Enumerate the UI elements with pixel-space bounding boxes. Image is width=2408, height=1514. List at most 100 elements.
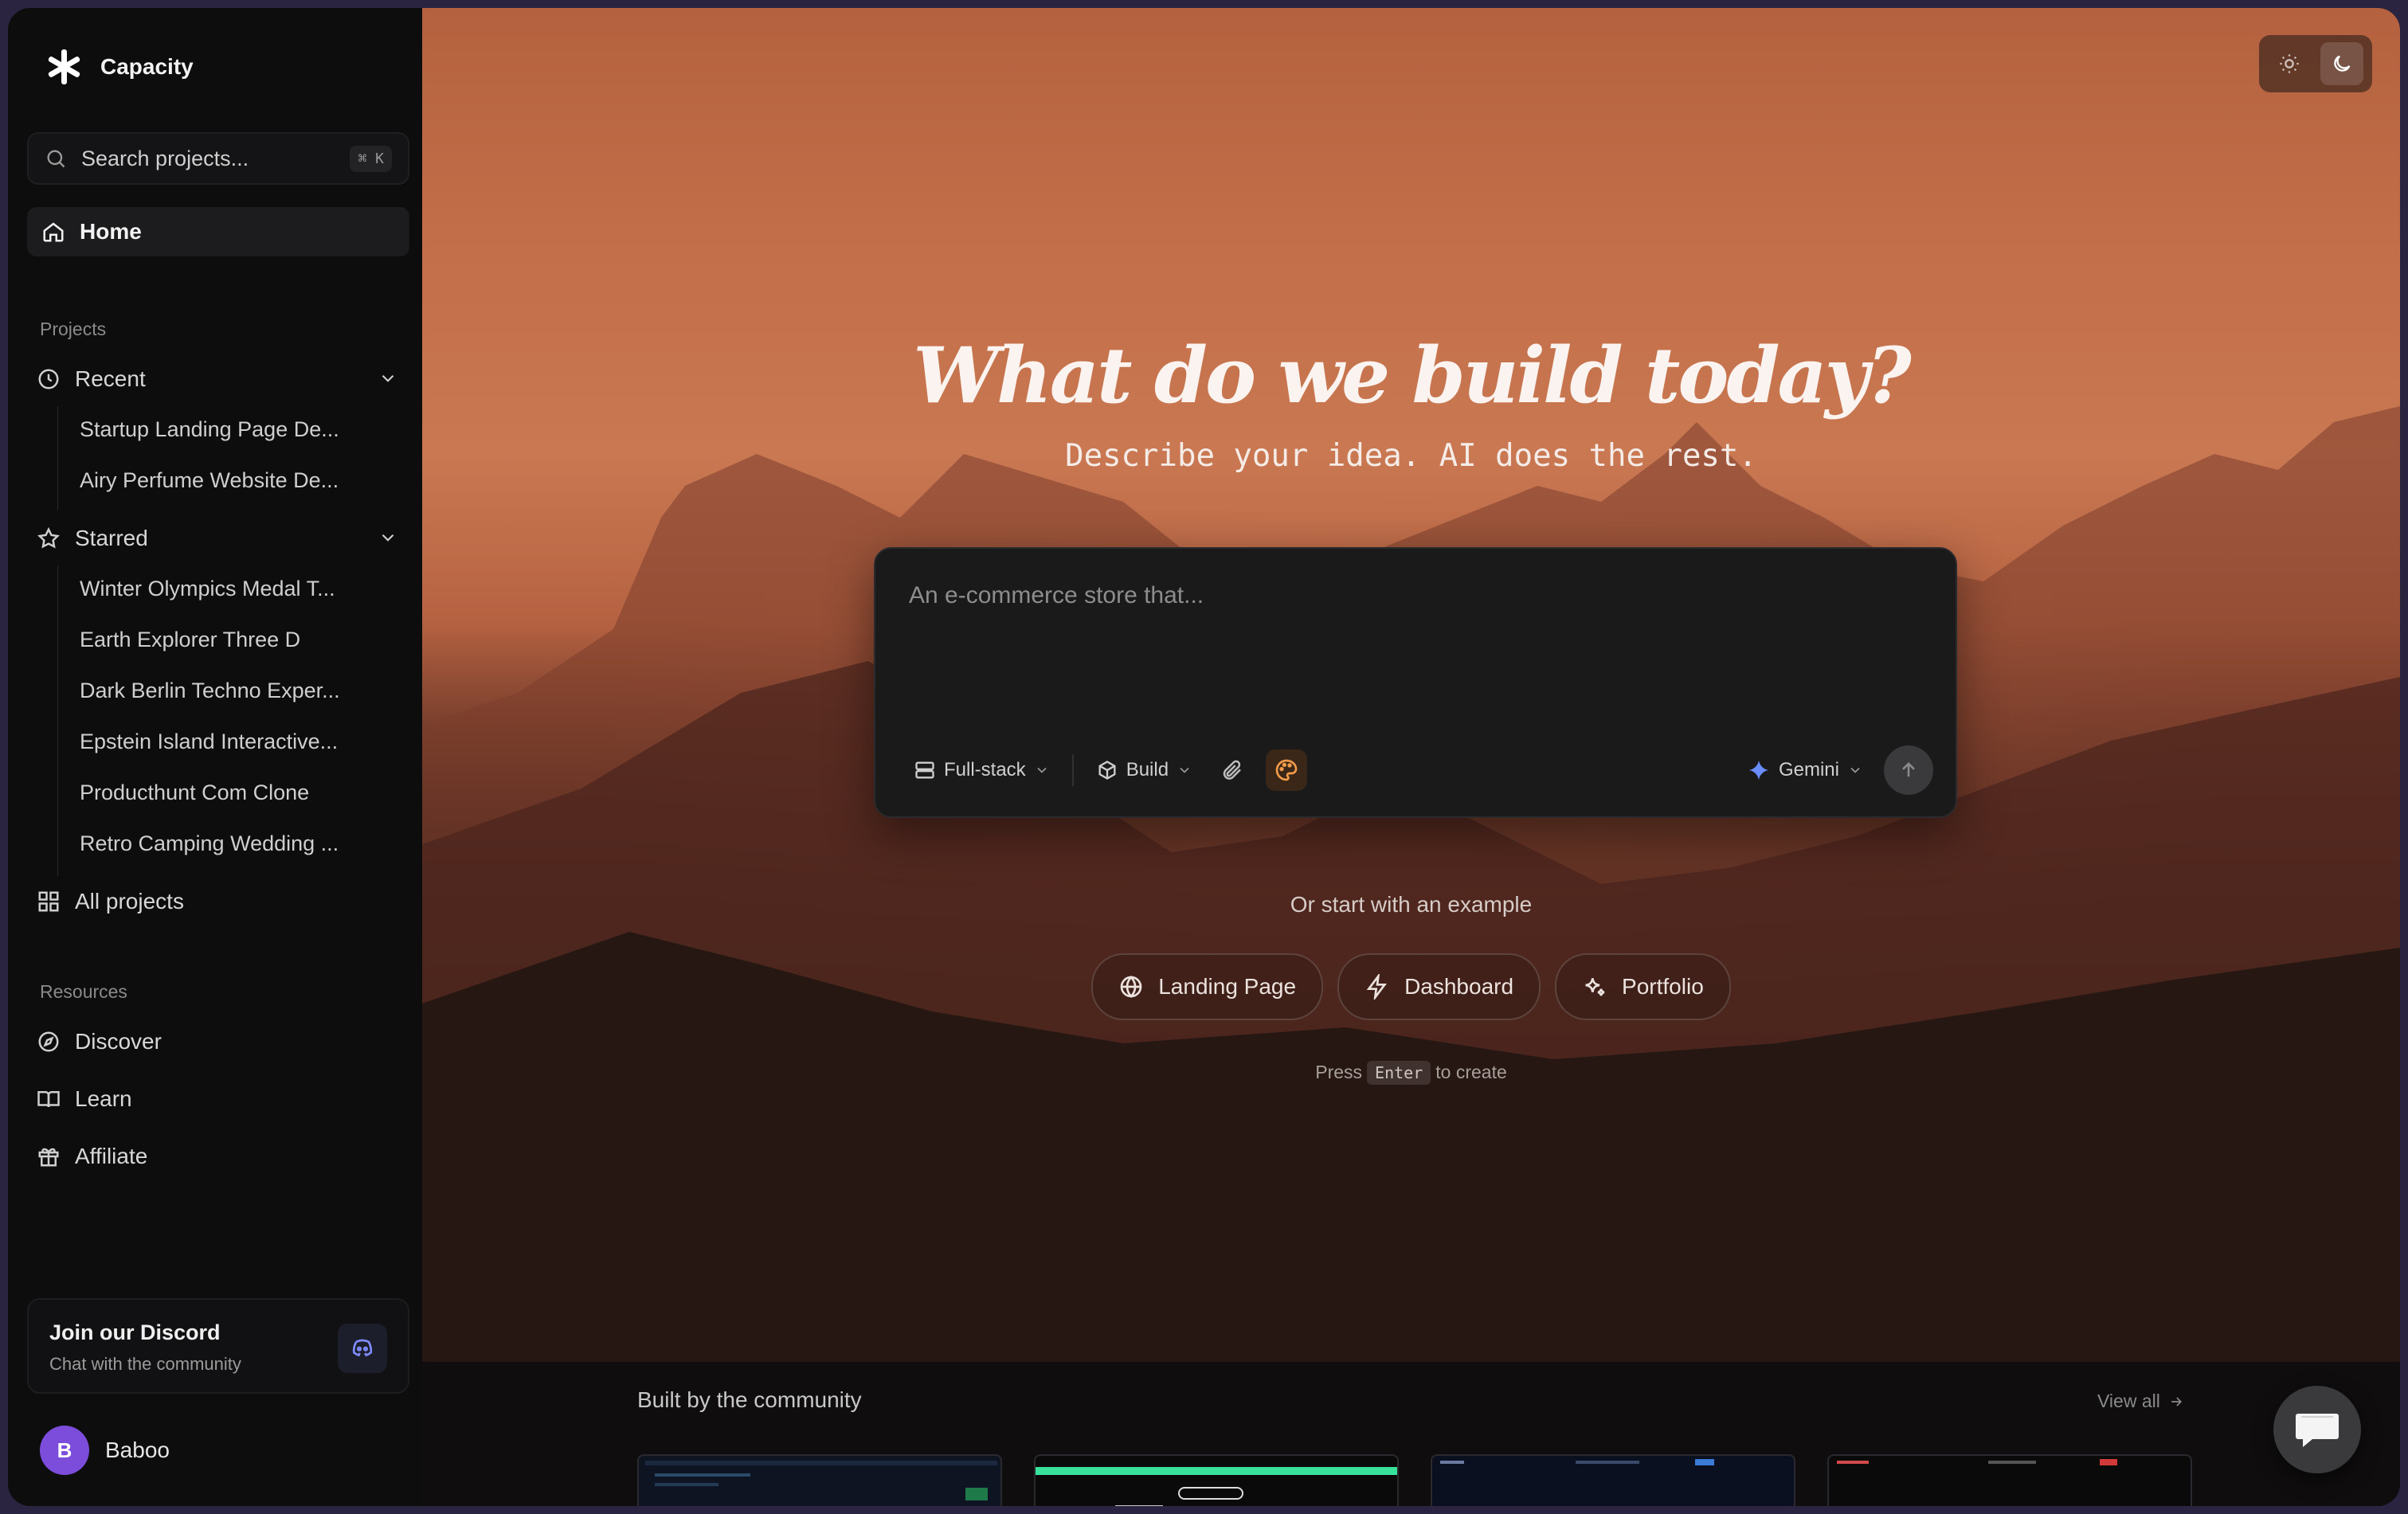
recent-project-item[interactable]: Airy Perfume Website De...	[80, 468, 398, 493]
example-portfolio-button[interactable]: Portfolio	[1555, 953, 1731, 1020]
community-section-title: Built by the community	[637, 1387, 862, 1412]
app-window: Capacity Search projects... ⌘ K Home Pro…	[8, 8, 2400, 1506]
arrow-right-icon	[2171, 1396, 2182, 1406]
sparkles-icon	[1585, 978, 1605, 996]
prompt-toolbar: Full-stack Build Gemini	[907, 745, 1933, 795]
attach-button[interactable]	[1212, 749, 1253, 791]
sidebar-item-home[interactable]: Home	[27, 207, 409, 256]
sidebar-item-label: Discover	[75, 1029, 162, 1054]
recent-project-item[interactable]: Startup Landing Page De...	[80, 417, 398, 442]
projects-section-label: Projects	[40, 319, 107, 339]
server-icon	[915, 761, 934, 779]
community-project-thumbnail[interactable]	[1827, 1454, 2192, 1506]
stack-select[interactable]: Full-stack	[907, 748, 1056, 792]
example-buttons: Landing Page Dashboard Portfolio	[422, 953, 2400, 1020]
brand[interactable]: Capacity	[46, 49, 194, 84]
model-select-label: Gemini	[1778, 759, 1839, 780]
example-landing-page-button[interactable]: Landing Page	[1091, 953, 1324, 1020]
sidebar-item-starred[interactable]: Starred	[37, 516, 411, 561]
main-area: What do we build today? Describe your id…	[422, 8, 2400, 1506]
toolbar-divider	[1071, 754, 1074, 786]
hero-title: What do we build today?	[913, 331, 1911, 421]
community-project-thumbnail[interactable]	[637, 1454, 1002, 1506]
prompt-input[interactable]	[907, 581, 1922, 679]
enter-hint-suffix: to create	[1435, 1062, 1507, 1082]
starred-project-item[interactable]: Winter Olympics Medal T...	[80, 577, 398, 601]
sparkle-icon	[1748, 760, 1769, 780]
asterisk-logo-icon	[46, 49, 81, 84]
discord-button[interactable]	[338, 1324, 387, 1373]
paperclip-icon	[1223, 760, 1241, 780]
book-open-icon	[37, 1091, 60, 1108]
stack-select-label: Full-stack	[944, 759, 1026, 780]
recent-tree-line	[57, 406, 58, 510]
chevron-down-icon	[1180, 767, 1189, 773]
thumbnail-preview	[1036, 1467, 1397, 1506]
community-project-thumbnail[interactable]	[1034, 1454, 1399, 1506]
sun-icon	[2280, 54, 2299, 73]
sidebar-item-recent[interactable]: Recent	[37, 357, 411, 401]
user-profile[interactable]: B Baboo	[40, 1426, 170, 1475]
discord-subtitle: Chat with the community	[49, 1354, 241, 1374]
resources-section-label: Resources	[40, 981, 127, 1002]
chat-bubble-icon	[2296, 1414, 2339, 1447]
example-label: Portfolio	[1622, 974, 1704, 999]
view-all-label: View all	[2097, 1391, 2160, 1411]
compass-icon	[38, 1031, 59, 1052]
chevron-down-icon	[1037, 767, 1047, 773]
sidebar-item-affiliate[interactable]: Affiliate	[37, 1134, 411, 1179]
starred-project-item[interactable]: Dark Berlin Techno Exper...	[80, 679, 398, 703]
sidebar-item-discover[interactable]: Discover	[37, 1019, 411, 1064]
mode-select-label: Build	[1126, 759, 1169, 780]
community-project-thumbnail[interactable]	[1431, 1454, 1795, 1506]
chat-support-button[interactable]	[2273, 1386, 2361, 1473]
sidebar-item-label: Recent	[75, 366, 146, 391]
moon-icon	[2333, 55, 2351, 72]
starred-project-item[interactable]: Epstein Island Interactive...	[80, 730, 398, 754]
search-placeholder: Search projects...	[81, 146, 249, 170]
thumbnail-preview	[1837, 1459, 2117, 1465]
mode-select[interactable]: Build	[1090, 748, 1199, 792]
chevron-down-icon[interactable]	[378, 368, 398, 389]
app-name: Capacity	[100, 54, 194, 79]
example-label: Landing Page	[1158, 974, 1297, 999]
style-palette-button[interactable]	[1266, 749, 1308, 791]
arrow-up-icon	[1902, 762, 1915, 777]
send-button[interactable]	[1884, 745, 1933, 795]
thumbnail-preview	[645, 1461, 997, 1500]
example-label: Dashboard	[1404, 974, 1514, 999]
lightning-icon	[1366, 974, 1388, 1000]
sidebar-item-label: Starred	[75, 526, 148, 550]
view-all-link[interactable]: View all	[2097, 1391, 2184, 1412]
sidebar-item-label: Affiliate	[75, 1144, 148, 1168]
palette-icon	[1275, 759, 1298, 781]
discord-card[interactable]: Join our Discord Chat with the community	[27, 1298, 409, 1394]
starred-project-item[interactable]: Earth Explorer Three D	[80, 628, 398, 652]
thumbnail-preview	[1440, 1459, 1714, 1465]
example-dashboard-button[interactable]: Dashboard	[1337, 953, 1541, 1020]
sidebar-item-learn[interactable]: Learn	[37, 1077, 411, 1121]
light-mode-button[interactable]	[2268, 42, 2311, 85]
enter-hint-prefix: Press	[1315, 1062, 1363, 1082]
starred-project-item[interactable]: Producthunt Com Clone	[80, 780, 398, 805]
search-icon	[47, 150, 65, 168]
grid-icon	[38, 891, 59, 912]
sidebar: Capacity Search projects... ⌘ K Home Pro…	[8, 8, 422, 1506]
chevron-down-icon	[1850, 767, 1860, 773]
enter-key-badge: Enter	[1367, 1061, 1431, 1085]
chevron-down-icon[interactable]	[378, 527, 398, 548]
hero-subtitle: Describe your idea. AI does the rest.	[1065, 438, 1757, 474]
sidebar-item-all-projects[interactable]: All projects	[37, 879, 411, 924]
search-projects-input[interactable]: Search projects... ⌘ K	[27, 132, 409, 185]
starred-tree-line	[57, 565, 58, 876]
model-select[interactable]: Gemini	[1740, 748, 1870, 792]
sidebar-item-label: All projects	[75, 889, 184, 913]
dark-mode-button[interactable]	[2320, 42, 2363, 85]
box-icon	[1098, 761, 1116, 780]
avatar: B	[40, 1426, 89, 1475]
starred-project-item[interactable]: Retro Camping Wedding ...	[80, 831, 398, 856]
theme-toggle[interactable]	[2259, 35, 2372, 92]
enter-hint: Press Enter to create	[422, 1061, 2400, 1085]
discord-icon	[352, 1339, 373, 1357]
prompt-box: Full-stack Build Gemini	[874, 547, 1957, 818]
